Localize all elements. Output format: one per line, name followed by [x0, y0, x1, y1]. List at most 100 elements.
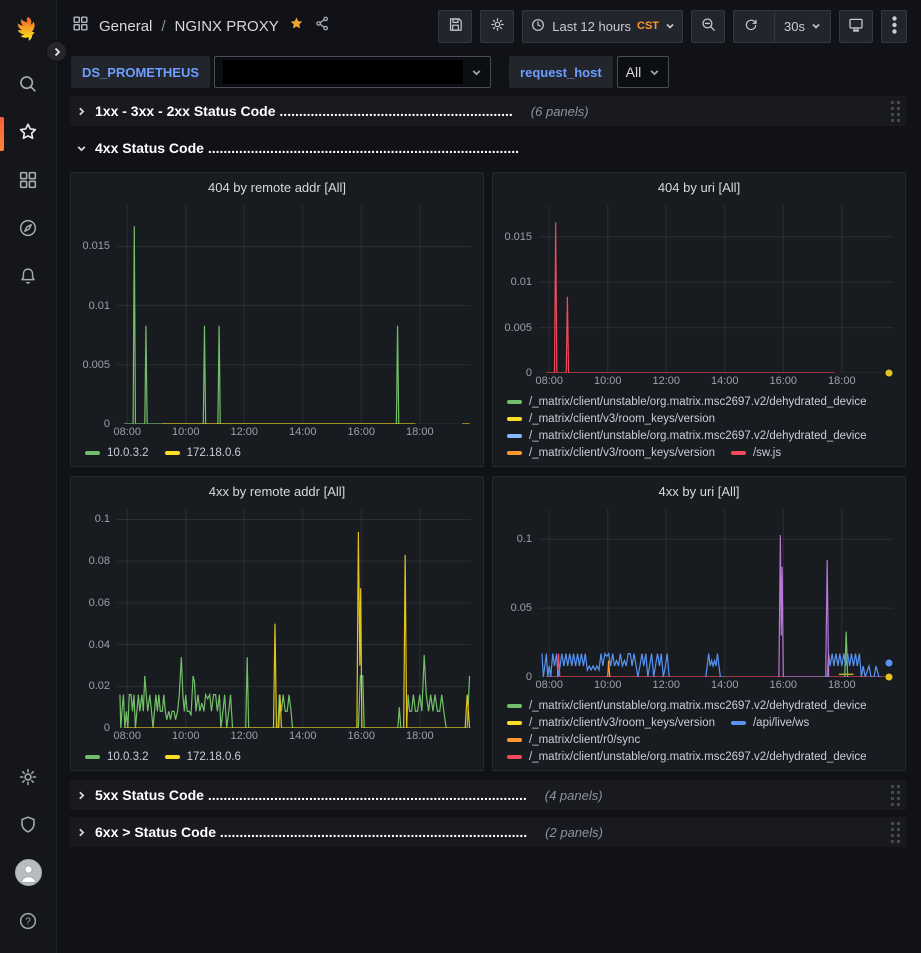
clock-icon [530, 17, 546, 36]
x-tick-label: 10:00 [594, 375, 622, 387]
variable-label-request-host[interactable]: request_host [509, 56, 613, 88]
chart-plot[interactable] [117, 509, 471, 728]
legend-label: /_matrix/client/r0/sync [529, 734, 640, 746]
refresh-interval-dropdown[interactable]: 30s [774, 11, 830, 42]
legend-swatch [507, 400, 522, 404]
legend-item[interactable]: /_matrix/client/unstable/org.matrix.msc2… [507, 430, 867, 442]
legend-item[interactable]: /_matrix/client/unstable/org.matrix.msc2… [507, 396, 867, 408]
save-icon [447, 16, 464, 36]
x-tick-label: 16:00 [348, 730, 376, 742]
row-6xx[interactable]: 6xx > Status Code ......................… [70, 817, 906, 847]
legend-item[interactable]: /sw.js [731, 447, 781, 459]
sidebar-expand-button[interactable] [45, 40, 68, 63]
more-options-button[interactable] [881, 10, 907, 43]
legend-item[interactable]: 10.0.3.2 [85, 447, 149, 459]
legend-item[interactable]: /_matrix/client/r0/sync [507, 734, 640, 746]
panel-legend: 10.0.3.2 172.18.0.6 [71, 746, 483, 770]
legend-item[interactable]: /_matrix/client/unstable/org.matrix.msc2… [507, 751, 867, 763]
zoom-out-button[interactable] [691, 10, 725, 43]
chevron-down-icon [811, 19, 821, 34]
chart-plot[interactable] [539, 205, 893, 373]
y-tick-label: 0.06 [89, 597, 110, 609]
chevron-right-icon [76, 106, 87, 117]
row-5xx[interactable]: 5xx Status Code ........................… [70, 780, 906, 810]
y-tick-label: 0 [104, 722, 110, 734]
variable-select-request-host[interactable]: All [617, 56, 670, 88]
legend-item[interactable]: 172.18.0.6 [165, 447, 241, 459]
legend-swatch [507, 451, 522, 455]
sidebar-item-search[interactable] [0, 62, 57, 110]
chart-plot[interactable] [539, 509, 893, 677]
x-tick-label: 14:00 [289, 426, 317, 438]
x-tick-label: 18:00 [406, 730, 434, 742]
y-tick-label: 0.05 [511, 602, 532, 614]
breadcrumb-folder[interactable]: General [99, 18, 152, 35]
panel-legend: 10.0.3.2 172.18.0.6 [71, 442, 483, 466]
y-axis: 0.10.080.060.040.020 [71, 509, 117, 728]
legend-swatch [165, 451, 180, 455]
x-tick-label: 08:00 [113, 730, 141, 742]
legend-label: 10.0.3.2 [107, 447, 149, 459]
favorite-star-icon[interactable] [288, 15, 305, 37]
sidebar-item-server-admin[interactable] [0, 803, 57, 851]
panel-title[interactable]: 404 by uri [All] [658, 180, 740, 195]
y-tick-label: 0.01 [511, 276, 532, 288]
legend-item[interactable]: 172.18.0.6 [165, 751, 241, 763]
legend-item[interactable]: /api/live/ws [731, 717, 809, 729]
star-icon [17, 121, 39, 148]
search-icon [17, 73, 39, 100]
legend-swatch [165, 755, 180, 759]
chevron-down-icon [649, 67, 660, 78]
share-icon[interactable] [314, 15, 331, 37]
gear-icon [489, 16, 506, 36]
refresh-picker: 30s [733, 10, 831, 43]
compass-icon [17, 217, 39, 244]
sidebar-item-alerting[interactable] [0, 254, 57, 302]
grafana-logo-icon[interactable] [13, 10, 43, 48]
sidebar-item-starred[interactable] [0, 110, 57, 158]
y-tick-label: 0.04 [89, 639, 110, 651]
variable-select-ds-prometheus[interactable] [214, 56, 491, 88]
chart-plot[interactable] [117, 205, 471, 424]
panel-title[interactable]: 4xx by uri [All] [659, 484, 740, 499]
legend-item[interactable]: /_matrix/client/v3/room_keys/version [507, 717, 715, 729]
refresh-button[interactable] [734, 11, 768, 42]
legend-item[interactable]: /_matrix/client/v3/room_keys/version [507, 413, 715, 425]
time-range-picker[interactable]: Last 12 hours CST [522, 10, 683, 43]
y-axis: 0.10.050 [493, 509, 539, 677]
legend-item[interactable]: /_matrix/client/v3/room_keys/version [507, 447, 715, 459]
legend-item[interactable]: 10.0.3.2 [85, 751, 149, 763]
sidebar-item-profile[interactable] [0, 851, 57, 899]
dashboards-grid-icon [17, 169, 39, 196]
sidebar-item-explore[interactable] [0, 206, 57, 254]
dashboard-settings-button[interactable] [480, 10, 514, 43]
sidebar-item-configuration[interactable] [0, 755, 57, 803]
y-tick-label: 0.1 [517, 533, 532, 545]
row-drag-handle[interactable] [891, 785, 900, 806]
row-1xx-3xx-2xx[interactable]: 1xx - 3xx - 2xx Status Code ............… [70, 96, 906, 126]
panel-title[interactable]: 4xx by remote addr [All] [209, 484, 346, 499]
y-tick-label: 0.005 [82, 359, 110, 371]
x-tick-label: 18:00 [828, 679, 856, 691]
x-tick-label: 14:00 [711, 375, 739, 387]
nav-actions: Last 12 hours CST 30s [438, 10, 907, 43]
row-drag-handle[interactable] [891, 822, 900, 843]
x-tick-label: 12:00 [230, 426, 258, 438]
row-4xx[interactable]: 4xx Status Code ........................… [70, 134, 906, 162]
panel-title[interactable]: 404 by remote addr [All] [208, 180, 346, 195]
cycle-view-mode-button[interactable] [839, 10, 873, 43]
legend-label: /_matrix/client/unstable/org.matrix.msc2… [529, 430, 867, 442]
y-tick-label: 0.015 [82, 240, 110, 252]
row-drag-handle[interactable] [891, 101, 900, 122]
y-tick-label: 0.1 [95, 513, 110, 525]
legend-swatch [85, 451, 100, 455]
chevron-down-icon [76, 143, 87, 154]
sidebar-item-dashboards[interactable] [0, 158, 57, 206]
legend-item[interactable]: /_matrix/client/unstable/org.matrix.msc2… [507, 700, 867, 712]
save-dashboard-button[interactable] [438, 10, 472, 43]
help-icon: ? [17, 910, 39, 937]
variable-label-ds-prometheus[interactable]: DS_PROMETHEUS [71, 56, 210, 88]
gear-icon [17, 766, 39, 793]
sidebar-item-help[interactable]: ? [0, 899, 57, 947]
page-title[interactable]: NGINX PROXY [175, 18, 279, 35]
